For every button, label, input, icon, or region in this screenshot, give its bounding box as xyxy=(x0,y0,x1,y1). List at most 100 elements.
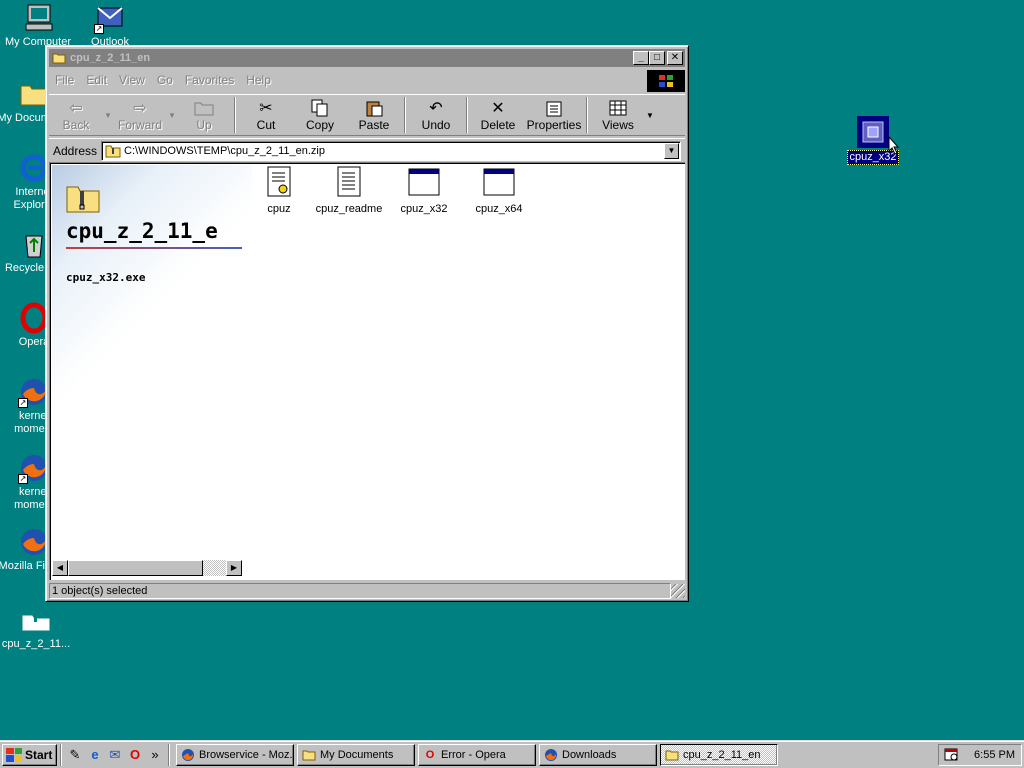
file-item-cpuz-x64[interactable]: cpuz_x64 xyxy=(464,165,534,215)
minimize-button[interactable]: _ xyxy=(633,51,649,65)
taskbar-button-cpu-z[interactable]: cpu_z_2_11_en xyxy=(660,743,778,766)
forward-label: Forward xyxy=(117,118,162,132)
scroll-right-button[interactable]: ▶ xyxy=(226,560,242,576)
undo-button[interactable]: ↶ Undo xyxy=(409,95,463,135)
delete-x-icon: ✕ xyxy=(491,100,505,117)
address-bar: Address C:\WINDOWS\TEMP\cpu_z_2_11_en.zi… xyxy=(49,138,685,162)
menu-file[interactable]: File xyxy=(49,73,80,87)
menu-go[interactable]: Go xyxy=(151,73,179,87)
shortcut-arrow-icon: ↗ xyxy=(94,24,104,34)
menu-favorites[interactable]: Favorites xyxy=(179,73,240,87)
properties-label: Properties xyxy=(526,118,582,132)
outlook-icon: ↗ xyxy=(94,2,126,34)
toolbar-separator xyxy=(466,97,468,133)
horizontal-scrollbar[interactable]: ◀ ▶ xyxy=(52,560,242,576)
opera-icon: O xyxy=(425,748,435,761)
paste-label: Paste xyxy=(358,118,390,132)
zip-folder-icon xyxy=(66,183,100,213)
web-view-panel: cpu_z_2_11_e cpuz_x32.exe xyxy=(52,165,252,573)
start-label: Start xyxy=(25,747,53,762)
properties-button[interactable]: Properties xyxy=(525,95,583,135)
application-icon xyxy=(483,165,515,199)
menu-help[interactable]: Help xyxy=(240,73,277,87)
ie-icon[interactable]: e xyxy=(85,745,105,765)
paste-button[interactable]: Paste xyxy=(347,95,401,135)
application-icon xyxy=(408,165,440,199)
taskbar-button-browservice[interactable]: Browservice - Moz... xyxy=(176,743,294,766)
undo-icon: ↶ xyxy=(429,100,443,117)
copy-label: Copy xyxy=(305,118,334,132)
delete-label: Delete xyxy=(480,118,516,132)
taskbar-button-label: cpu_z_2_11_en xyxy=(683,748,761,761)
scroll-left-button[interactable]: ◀ xyxy=(52,560,68,576)
firefox-icon xyxy=(180,747,196,763)
status-text: 1 object(s) selected xyxy=(49,583,671,599)
taskbar-button-error-opera[interactable]: O Error - Opera xyxy=(418,743,536,766)
window-title: cpu_z_2_11_en xyxy=(70,52,151,64)
resize-grip[interactable] xyxy=(671,584,685,598)
outlook-icon[interactable]: ✉ xyxy=(105,745,125,765)
taskbar-button-my-documents[interactable]: My Documents xyxy=(297,743,415,766)
taskbar-button-label: Downloads xyxy=(562,748,617,761)
up-button[interactable]: Up xyxy=(177,95,231,135)
web-view-selected-file: cpuz_x32.exe xyxy=(66,271,146,284)
toolbar-separator xyxy=(404,97,406,133)
folder-content[interactable]: cpu_z_2_11_e cpuz_x32.exe cpuz cpuz_read… xyxy=(49,162,685,580)
taskbar-button-label: My Documents xyxy=(320,748,394,761)
copy-button[interactable]: Copy xyxy=(293,95,347,135)
properties-icon xyxy=(542,98,566,118)
opera-icon[interactable]: O xyxy=(125,745,145,765)
desktop-icon-my-computer[interactable]: My Computer xyxy=(0,2,76,49)
views-dropdown[interactable]: ▼ xyxy=(645,95,655,135)
clock[interactable]: 6:55 PM xyxy=(974,749,1015,761)
up-folder-icon xyxy=(192,98,216,118)
windows-logo-icon xyxy=(647,70,685,92)
desktop-icon-cpu-z-zip[interactable]: cpu_z_2_11... xyxy=(0,604,74,651)
views-button[interactable]: Views xyxy=(591,95,645,135)
file-name: cpuz_x32 xyxy=(400,203,448,215)
address-label: Address xyxy=(53,143,98,158)
back-button[interactable]: ⇦ Back xyxy=(49,95,103,135)
web-view-divider xyxy=(66,247,242,249)
file-name: cpuz_x64 xyxy=(475,203,523,215)
copy-icon xyxy=(308,98,332,118)
delete-button[interactable]: ✕ Delete xyxy=(471,95,525,135)
scroll-track[interactable] xyxy=(203,560,226,576)
start-button[interactable]: Start xyxy=(2,743,57,766)
address-dropdown-button[interactable]: ▼ xyxy=(664,142,679,159)
file-item-cpuz-readme[interactable]: cpuz_readme xyxy=(314,165,384,215)
up-label: Up xyxy=(196,118,212,132)
desktop-icon-outlook[interactable]: ↗ Outlook xyxy=(72,2,148,49)
maximize-button[interactable]: □ xyxy=(649,51,665,65)
status-bar: 1 object(s) selected xyxy=(49,582,685,600)
show-desktop-icon[interactable]: ✎ xyxy=(65,745,85,765)
folder-icon xyxy=(301,747,317,763)
back-arrow-icon: ⇦ xyxy=(69,100,83,117)
menu-view[interactable]: View xyxy=(113,73,151,87)
zip-folder-icon xyxy=(105,145,121,157)
file-name: cpuz_readme xyxy=(315,203,383,215)
cpu-icon xyxy=(857,116,889,148)
web-view-folder-name: cpu_z_2_11_e xyxy=(66,219,218,243)
taskbar-button-downloads[interactable]: Downloads xyxy=(539,743,657,766)
forward-dropdown[interactable]: ▼ xyxy=(167,95,177,135)
back-dropdown[interactable]: ▼ xyxy=(103,95,113,135)
forward-button[interactable]: ⇨ Forward xyxy=(113,95,167,135)
scheduler-icon[interactable] xyxy=(943,746,959,765)
address-input[interactable]: C:\WINDOWS\TEMP\cpu_z_2_11_en.zip ▼ xyxy=(101,140,681,161)
scroll-thumb[interactable] xyxy=(68,560,203,576)
title-bar[interactable]: cpu_z_2_11_en _ □ ✕ xyxy=(49,49,685,67)
forward-arrow-icon: ⇨ xyxy=(133,100,147,117)
close-button[interactable]: ✕ xyxy=(667,51,683,65)
explorer-window[interactable]: cpu_z_2_11_en _ □ ✕ File Edit View Go Fa… xyxy=(45,45,689,602)
cut-label: Cut xyxy=(256,118,276,132)
shortcut-arrow-icon: ↗ xyxy=(18,398,28,408)
computer-icon xyxy=(22,2,54,34)
quicklaunch-more-button[interactable]: » xyxy=(145,745,165,765)
desktop-icon-label: cpu_z_2_11... xyxy=(1,638,71,650)
file-item-cpuz-x32[interactable]: cpuz_x32 xyxy=(389,165,459,215)
shortcut-arrow-icon: ↗ xyxy=(18,474,28,484)
menu-edit[interactable]: Edit xyxy=(80,73,113,87)
file-item-cpuz[interactable]: cpuz xyxy=(244,165,314,215)
cut-button[interactable]: ✂ Cut xyxy=(239,95,293,135)
